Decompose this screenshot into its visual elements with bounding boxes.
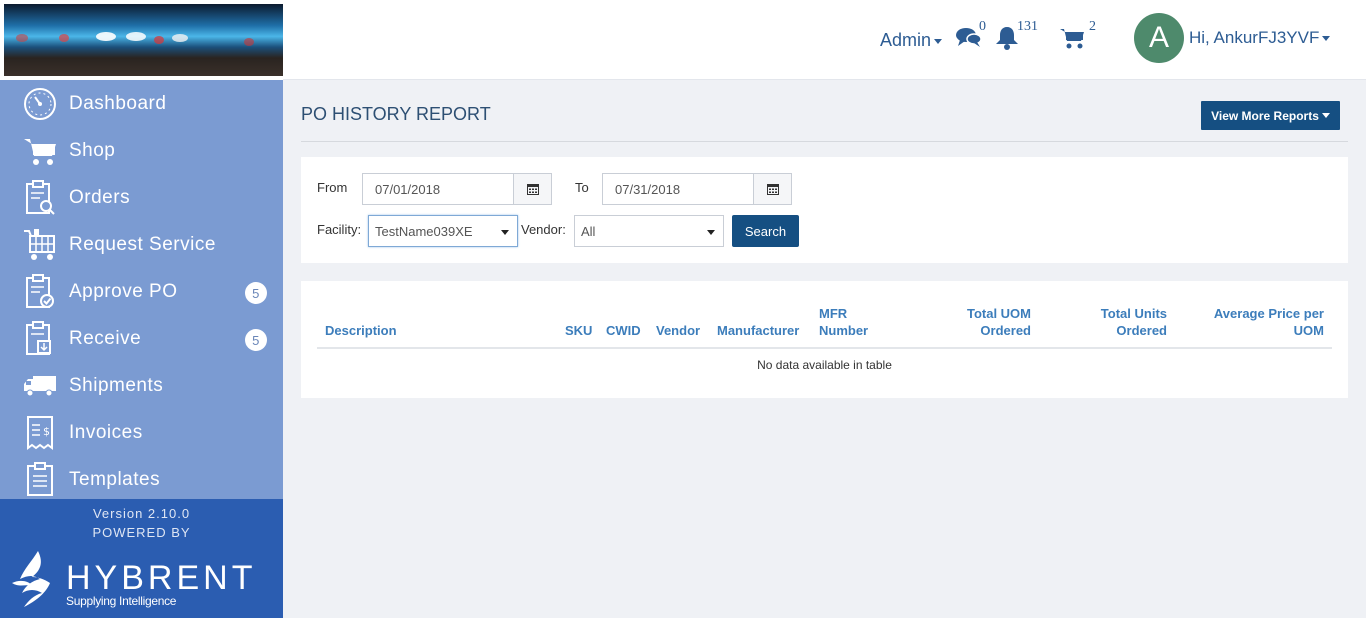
cart-icon[interactable] bbox=[1059, 27, 1085, 54]
truck-icon bbox=[22, 368, 58, 404]
column-header-average-price-per-uom[interactable]: Average Price per UOM bbox=[1199, 305, 1324, 339]
clipboard-check-icon bbox=[22, 273, 58, 310]
sidebar-item-label: Shop bbox=[69, 139, 116, 161]
hybrent-bird-icon bbox=[12, 551, 50, 607]
sidebar-item-approve-po[interactable]: Approve PO 5 bbox=[0, 268, 283, 315]
logo-image bbox=[4, 4, 283, 76]
sidebar-item-label: Orders bbox=[69, 186, 131, 208]
empty-table-message: No data available in table bbox=[757, 358, 892, 372]
sidebar-item-label: Dashboard bbox=[69, 92, 167, 114]
sidebar-item-label: Templates bbox=[69, 468, 161, 490]
from-date-field[interactable]: 07/01/2018 bbox=[362, 173, 552, 205]
table-header-divider bbox=[317, 347, 1332, 349]
admin-menu[interactable]: Admin bbox=[880, 30, 943, 51]
column-header-vendor[interactable]: Vendor bbox=[656, 322, 700, 339]
dropdown-arrow-icon bbox=[707, 230, 715, 235]
search-button[interactable]: Search bbox=[732, 215, 799, 247]
hybrent-logo: HYBRENT Supplying Intelligence bbox=[10, 549, 260, 609]
sidebar-item-label: Receive bbox=[69, 327, 142, 349]
chevron-down-icon bbox=[934, 38, 943, 44]
from-date-value: 07/01/2018 bbox=[375, 182, 441, 197]
calendar-icon[interactable] bbox=[753, 174, 791, 204]
sidebar-footer: Version 2.10.0 POWERED BY HYBRENT Supply… bbox=[0, 499, 283, 618]
user-greeting: Hi, AnkurFJ3YVF bbox=[1189, 28, 1320, 47]
brand-tagline: Supplying Intelligence bbox=[66, 594, 177, 608]
cart-count: 2 bbox=[1089, 19, 1096, 34]
calendar-icon[interactable] bbox=[513, 174, 551, 204]
clipboard-download-icon bbox=[22, 320, 58, 357]
facility-selected-value: TestName039XE bbox=[375, 224, 473, 239]
page-title: PO HISTORY REPORT bbox=[301, 104, 491, 124]
svg-text:$: $ bbox=[43, 425, 51, 438]
service-cart-icon bbox=[22, 227, 58, 263]
column-header-cwid[interactable]: CWID bbox=[606, 322, 641, 339]
facility-label: Facility: bbox=[317, 222, 362, 237]
from-label: From bbox=[317, 180, 348, 195]
column-header-mfr-number[interactable]: MFR Number bbox=[819, 305, 879, 339]
sidebar-item-request-service[interactable]: Request Service bbox=[0, 221, 283, 268]
sidebar-item-label: Shipments bbox=[69, 374, 164, 396]
avatar[interactable]: A bbox=[1134, 13, 1184, 63]
column-header-total-uom-ordered[interactable]: Total UOM Ordered bbox=[941, 305, 1031, 339]
sidebar-item-shop[interactable]: Shop bbox=[0, 127, 283, 174]
logo-area[interactable] bbox=[0, 0, 283, 80]
messages-count: 0 bbox=[979, 19, 986, 34]
sidebar-item-label: Request Service bbox=[69, 233, 216, 255]
sidebar-item-orders[interactable]: Orders bbox=[0, 174, 283, 221]
admin-menu-label: Admin bbox=[880, 30, 932, 50]
view-more-reports-label: View More Reports bbox=[1211, 108, 1319, 123]
top-header: Admin 0 131 2 A Hi, AnkurFJ3YVF bbox=[283, 0, 1366, 80]
user-menu[interactable]: Hi, AnkurFJ3YVF bbox=[1189, 28, 1331, 48]
sidebar-item-shipments[interactable]: Shipments bbox=[0, 362, 283, 409]
report-table: Description SKU CWID Vendor Manufacturer… bbox=[301, 281, 1348, 398]
vendor-selected-value: All bbox=[581, 224, 596, 239]
clipboard-list-icon bbox=[22, 461, 58, 498]
chevron-down-icon bbox=[1322, 36, 1331, 42]
brand-name: HYBRENT bbox=[66, 559, 257, 597]
sidebar-item-receive[interactable]: Receive 5 bbox=[0, 315, 283, 362]
clipboard-search-icon bbox=[22, 179, 58, 216]
title-divider bbox=[301, 141, 1348, 142]
column-header-description[interactable]: Description bbox=[325, 322, 397, 339]
receive-count-badge: 5 bbox=[245, 329, 267, 351]
column-header-total-units-ordered[interactable]: Total Units Ordered bbox=[1077, 305, 1167, 339]
sidebar: Dashboard Shop Orders Request Service Ap… bbox=[0, 0, 283, 618]
dropdown-arrow-icon bbox=[501, 230, 509, 235]
vendor-label: Vendor: bbox=[521, 222, 566, 237]
view-more-reports-button[interactable]: View More Reports bbox=[1201, 101, 1340, 130]
notifications-count: 131 bbox=[1017, 19, 1038, 34]
sidebar-item-dashboard[interactable]: Dashboard bbox=[0, 80, 283, 127]
sidebar-item-label: Invoices bbox=[69, 421, 143, 443]
column-header-manufacturer[interactable]: Manufacturer bbox=[717, 322, 799, 339]
to-date-value: 07/31/2018 bbox=[615, 182, 681, 197]
sidebar-item-label: Approve PO bbox=[69, 280, 178, 302]
chevron-down-icon bbox=[1321, 113, 1330, 118]
invoice-icon: $ bbox=[22, 415, 58, 451]
app-version: Version 2.10.0 bbox=[92, 506, 191, 521]
sidebar-item-invoices[interactable]: $ Invoices bbox=[0, 409, 283, 456]
filter-panel: From 07/01/2018 To 07/31/2018 Facility: … bbox=[301, 157, 1348, 263]
facility-select[interactable]: TestName039XE bbox=[368, 215, 518, 247]
vendor-select[interactable]: All bbox=[574, 215, 724, 247]
shopping-cart-icon bbox=[22, 133, 58, 169]
sidebar-item-templates[interactable]: Templates bbox=[0, 456, 283, 503]
approve-po-count-badge: 5 bbox=[245, 282, 267, 304]
sidebar-nav: Dashboard Shop Orders Request Service Ap… bbox=[0, 80, 283, 503]
column-header-sku[interactable]: SKU bbox=[565, 322, 592, 339]
dashboard-gauge-icon bbox=[22, 86, 58, 122]
powered-by-label: POWERED BY bbox=[92, 525, 191, 540]
to-label: To bbox=[575, 180, 589, 195]
to-date-field[interactable]: 07/31/2018 bbox=[602, 173, 792, 205]
